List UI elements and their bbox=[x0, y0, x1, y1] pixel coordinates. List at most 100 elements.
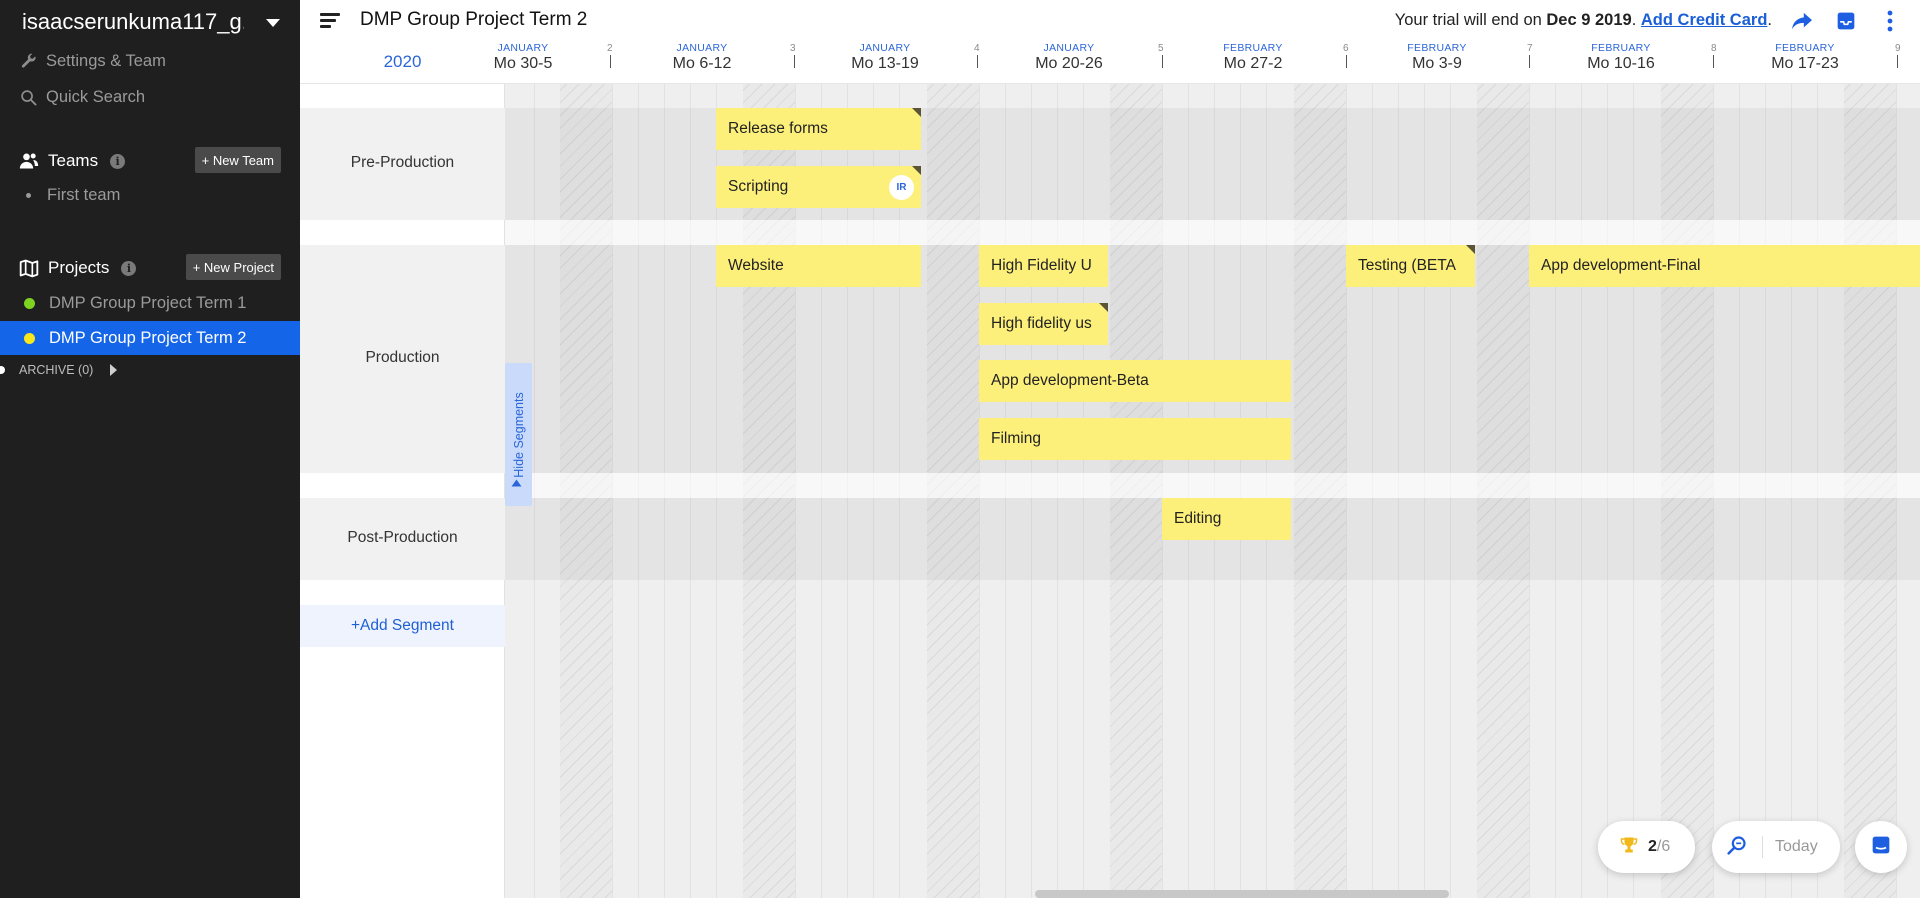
chevron-right-icon bbox=[110, 364, 118, 376]
segment-label-pre-production[interactable]: Pre-Production bbox=[300, 154, 505, 172]
segment-label-post-production[interactable]: Post-Production bbox=[300, 529, 505, 547]
week-tick bbox=[610, 55, 611, 68]
week-tick bbox=[794, 55, 795, 68]
week-month: JANUARY bbox=[1043, 42, 1095, 54]
flag-icon bbox=[1466, 245, 1475, 254]
today-control: Today bbox=[1712, 821, 1840, 873]
week-header: FEBRUARY Mo 27-2 bbox=[1178, 38, 1328, 73]
today-button[interactable]: Today bbox=[1775, 838, 1818, 856]
task-bar[interactable]: Editing bbox=[1162, 498, 1291, 540]
task-name: Filming bbox=[991, 430, 1041, 447]
week-month: JANUARY bbox=[497, 42, 549, 54]
achievements-done: 2 bbox=[1648, 838, 1657, 855]
week-range: Mo 13-19 bbox=[851, 55, 919, 72]
page-title: DMP Group Project Term 2 bbox=[360, 9, 588, 30]
week-header: JANUARY Mo 6-12 bbox=[627, 38, 777, 73]
week-range: Mo 17-23 bbox=[1771, 55, 1839, 72]
chat-button[interactable] bbox=[1855, 821, 1907, 873]
settings-label: Settings & Team bbox=[46, 51, 166, 70]
week-tick bbox=[1346, 55, 1347, 68]
trial-date: Dec 9 2019 bbox=[1546, 11, 1632, 29]
wrench-icon bbox=[18, 51, 38, 71]
task-name: Release forms bbox=[728, 120, 828, 137]
week-month: JANUARY bbox=[859, 42, 911, 54]
more-vertical-icon[interactable] bbox=[1878, 9, 1902, 33]
chat-icon bbox=[1871, 835, 1891, 860]
team-icon bbox=[18, 150, 40, 172]
week-tick bbox=[1162, 55, 1163, 68]
week-number: 9 bbox=[1895, 43, 1901, 54]
week-header: FEBRUARY Mo 3-9 bbox=[1362, 38, 1512, 73]
achievements-total: /6 bbox=[1656, 838, 1671, 855]
sidebar: isaacserunkuma117_g... Settings & Team Q… bbox=[0, 0, 300, 898]
share-icon[interactable] bbox=[1790, 9, 1814, 33]
task-bar[interactable]: App development-Beta bbox=[979, 360, 1291, 402]
zoom-icon[interactable] bbox=[1727, 835, 1747, 860]
week-month: JANUARY bbox=[676, 42, 728, 54]
new-project-button[interactable]: + New Project bbox=[185, 254, 281, 280]
project-name: DMP Group Project Term 2 bbox=[49, 328, 247, 347]
flag-icon bbox=[1099, 303, 1108, 312]
segment-label-production[interactable]: Production bbox=[300, 349, 505, 367]
add-credit-card-link[interactable]: Add Credit Card bbox=[1641, 11, 1768, 29]
menu-icon[interactable] bbox=[320, 13, 340, 29]
flag-icon bbox=[912, 108, 921, 117]
week-month: FEBRUARY bbox=[1591, 42, 1651, 54]
week-range: Mo 10-16 bbox=[1587, 55, 1655, 72]
avatar[interactable]: IR bbox=[889, 175, 914, 200]
chevron-down-icon[interactable] bbox=[266, 19, 280, 27]
hide-segments-label: Hide Segments bbox=[511, 391, 526, 478]
account-name: isaacserunkuma117_g... bbox=[22, 9, 244, 34]
task-name: Scripting bbox=[728, 178, 789, 195]
week-tick bbox=[1713, 55, 1714, 68]
task-bar[interactable]: High fidelity us bbox=[979, 303, 1108, 345]
task-bar[interactable]: Website bbox=[716, 245, 921, 287]
teams-label: Teams bbox=[48, 151, 99, 170]
inbox-icon[interactable] bbox=[1834, 9, 1858, 33]
week-number: 6 bbox=[1343, 43, 1349, 54]
horizontal-scrollbar[interactable] bbox=[1035, 890, 1449, 898]
task-name: Testing (BETA bbox=[1358, 257, 1456, 274]
week-range: Mo 3-9 bbox=[1412, 55, 1462, 72]
settings-link[interactable]: Settings & Team bbox=[18, 51, 166, 71]
sidebar-item-first-team[interactable]: First team bbox=[26, 186, 120, 205]
week-header: FEBRUARY Mo 10-16 bbox=[1546, 38, 1696, 73]
week-number: 2 bbox=[607, 43, 613, 54]
sidebar-item-project-term-1[interactable]: DMP Group Project Term 1 bbox=[0, 286, 300, 320]
task-bar[interactable]: Filming bbox=[979, 418, 1291, 460]
week-tick bbox=[1897, 55, 1898, 68]
task-bar[interactable]: High Fidelity U bbox=[979, 245, 1108, 287]
task-bar[interactable]: App development-Final bbox=[1529, 245, 1920, 287]
timeline-header: 2020 JANUARY Mo 30-5 2 JANUARY Mo 6-12 3… bbox=[300, 38, 1920, 84]
timeline-grid[interactable]: Release forms Scripting IR Website High … bbox=[505, 84, 1920, 898]
bullet-icon bbox=[26, 193, 31, 198]
project-color-dot bbox=[24, 332, 35, 344]
task-name: App development-Final bbox=[1541, 257, 1701, 274]
info-icon[interactable]: i bbox=[121, 260, 137, 276]
top-bar: DMP Group Project Term 2 Your trial will… bbox=[300, 0, 1920, 42]
week-range: Mo 20-26 bbox=[1035, 55, 1103, 72]
task-bar[interactable]: Scripting IR bbox=[716, 166, 921, 208]
segment-column: Pre-Production Production Post-Productio… bbox=[300, 84, 505, 898]
week-header: JANUARY Mo 30-5 bbox=[448, 38, 598, 73]
week-month: FEBRUARY bbox=[1775, 42, 1835, 54]
hide-segments-toggle[interactable]: Hide Segments bbox=[505, 363, 532, 506]
info-icon[interactable]: i bbox=[110, 153, 126, 169]
week-range: Mo 30-5 bbox=[493, 55, 553, 72]
new-team-button[interactable]: + New Team bbox=[194, 147, 281, 173]
account-switcher[interactable]: isaacserunkuma117_g... bbox=[22, 9, 292, 34]
quick-search-link[interactable]: Quick Search bbox=[18, 87, 145, 107]
task-bar[interactable]: Release forms bbox=[716, 108, 921, 150]
add-segment-button[interactable]: +Add Segment bbox=[300, 605, 505, 647]
teams-heading: Teams i bbox=[18, 150, 126, 172]
achievements-button[interactable]: 2/6 bbox=[1598, 821, 1695, 873]
week-number: 5 bbox=[1158, 43, 1164, 54]
task-bar[interactable]: Testing (BETA bbox=[1346, 245, 1475, 287]
trial-text: Your trial will end on bbox=[1394, 11, 1542, 29]
week-number: 7 bbox=[1527, 43, 1533, 54]
flag-icon bbox=[912, 166, 921, 175]
sidebar-item-project-term-2[interactable]: DMP Group Project Term 2 bbox=[0, 321, 300, 355]
week-header: JANUARY Mo 13-19 bbox=[810, 38, 960, 73]
archive-toggle[interactable]: ARCHIVE (0) bbox=[0, 363, 118, 377]
bullet-icon bbox=[0, 366, 5, 374]
